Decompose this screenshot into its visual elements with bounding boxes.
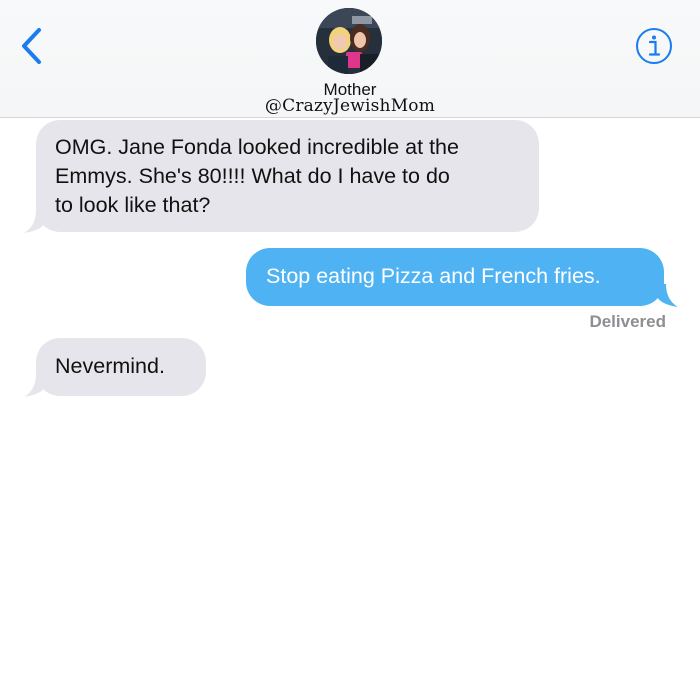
delivery-status: Delivered	[589, 312, 666, 331]
message-bubble-incoming[interactable]: OMG. Jane Fonda looked incredible at the…	[36, 120, 539, 232]
message-bubble-incoming[interactable]: Nevermind.	[36, 338, 206, 396]
chevron-left-icon	[22, 28, 41, 64]
message-text: Stop eating Pizza and French fries.	[266, 264, 601, 288]
info-button[interactable]	[634, 26, 674, 66]
info-circle-icon	[636, 28, 672, 64]
back-button[interactable]	[14, 24, 48, 68]
message-text: Nevermind.	[55, 354, 165, 378]
conversation-header: Mother @CrazyJewishMom	[0, 0, 700, 118]
message-bubble-outgoing[interactable]: Stop eating Pizza and French fries.	[246, 248, 664, 306]
message-text: OMG. Jane Fonda looked incredible at the…	[55, 135, 459, 217]
contact-handle: @CrazyJewishMom	[264, 96, 436, 116]
avatar[interactable]	[316, 8, 382, 74]
avatar-photo	[316, 8, 382, 74]
